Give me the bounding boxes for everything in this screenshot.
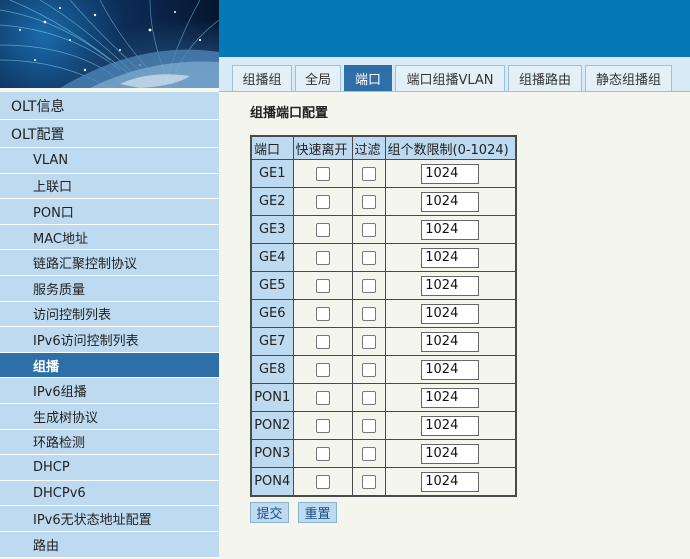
header-group-limit: 组个数限制(0-1024) xyxy=(384,135,517,160)
fast-leave-checkbox[interactable] xyxy=(315,390,330,405)
sidebar-item-olt-info[interactable]: OLT信息 xyxy=(0,92,219,120)
fast-leave-checkbox[interactable] xyxy=(315,250,330,265)
filter-checkbox[interactable] xyxy=(361,474,376,489)
reset-button[interactable]: 重置 xyxy=(298,502,337,523)
filter-checkbox[interactable] xyxy=(361,278,376,293)
sidebar-item-dhcpv6[interactable]: DHCPv6 xyxy=(0,480,219,507)
filter-checkbox[interactable] xyxy=(361,418,376,433)
port-name: PON4 xyxy=(250,467,294,497)
port-name: PON2 xyxy=(250,411,294,440)
port-name: GE7 xyxy=(250,327,294,356)
table-row: PON4 1024 xyxy=(250,467,517,497)
group-limit-input[interactable]: 1024 xyxy=(421,415,480,436)
table-row: GE8 1024 xyxy=(250,355,517,384)
sidebar-item-ipv6-acl[interactable]: IPv6访问控制列表 xyxy=(0,327,219,353)
group-limit-input[interactable]: 1024 xyxy=(421,163,480,184)
table-row: GE2 1024 xyxy=(250,187,517,216)
tab-global[interactable]: 全局 xyxy=(295,65,341,91)
filter-checkbox[interactable] xyxy=(361,166,376,181)
sidebar-item-uplink[interactable]: 上联口 xyxy=(0,173,219,200)
group-limit-input[interactable]: 1024 xyxy=(421,191,480,212)
fast-leave-checkbox[interactable] xyxy=(315,446,330,461)
fast-leave-checkbox[interactable] xyxy=(315,362,330,377)
port-name: GE4 xyxy=(250,243,294,272)
sidebar-nav: OLT信息 OLT配置 VLAN 上联口 PON口 MAC地址 链路汇聚控制协议… xyxy=(0,88,219,559)
sidebar-item-ipv6-multicast[interactable]: IPv6组播 xyxy=(0,378,219,404)
table-row: GE7 1024 xyxy=(250,327,517,356)
tab-bar: 组播组 全局 端口 端口组播VLAN 组播路由 静态组播组 xyxy=(219,57,690,92)
sidebar-item-ipv6-slaac[interactable]: IPv6无状态地址配置 xyxy=(0,506,219,532)
filter-checkbox[interactable] xyxy=(361,306,376,321)
table-row: GE1 1024 xyxy=(250,159,517,188)
tab-port[interactable]: 端口 xyxy=(344,65,392,91)
sidebar-item-acl[interactable]: 访问控制列表 xyxy=(0,301,219,328)
group-limit-input[interactable]: 1024 xyxy=(421,359,480,380)
sidebar-item-stp[interactable]: 生成树协议 xyxy=(0,404,219,430)
group-limit-input[interactable]: 1024 xyxy=(421,387,480,408)
header-filter: 过滤 xyxy=(351,135,386,160)
sidebar-item-routing[interactable]: 路由 xyxy=(0,532,219,558)
sidebar-item-mac-address[interactable]: MAC地址 xyxy=(0,224,219,251)
filter-checkbox[interactable] xyxy=(361,446,376,461)
port-name: GE3 xyxy=(250,215,294,244)
table-row: PON1 1024 xyxy=(250,383,517,412)
fast-leave-checkbox[interactable] xyxy=(315,278,330,293)
table-header-row: 端口 快速离开 过滤 组个数限制(0-1024) xyxy=(250,135,517,160)
table-row: GE5 1024 xyxy=(250,271,517,300)
tab-multicast-group[interactable]: 组播组 xyxy=(232,65,292,91)
header-fast-leave: 快速离开 xyxy=(292,135,353,160)
fast-leave-checkbox[interactable] xyxy=(315,418,330,433)
port-name: PON1 xyxy=(250,383,294,412)
group-limit-input[interactable]: 1024 xyxy=(421,303,480,324)
port-name: PON3 xyxy=(250,439,294,468)
filter-checkbox[interactable] xyxy=(361,362,376,377)
filter-checkbox[interactable] xyxy=(361,194,376,209)
header-banner-image xyxy=(0,0,219,88)
sidebar-item-multicast[interactable]: 组播 xyxy=(0,352,219,379)
table-row: GE4 1024 xyxy=(250,243,517,272)
sidebar-item-qos[interactable]: 服务质量 xyxy=(0,276,219,302)
page-title: 组播端口配置 xyxy=(250,106,329,121)
tab-port-multicast-vlan[interactable]: 端口组播VLAN xyxy=(395,65,505,91)
table-row: GE6 1024 xyxy=(250,299,517,328)
tab-multicast-route[interactable]: 组播路由 xyxy=(508,65,582,91)
group-limit-input[interactable]: 1024 xyxy=(421,443,480,464)
port-name: GE5 xyxy=(250,271,294,300)
sidebar-item-pon-port[interactable]: PON口 xyxy=(0,199,219,225)
port-name: GE2 xyxy=(250,187,294,216)
table-row: GE3 1024 xyxy=(250,215,517,244)
table-row: PON3 1024 xyxy=(250,439,517,468)
main-content: 组播端口配置 端口 快速离开 过滤 组个数限制(0-1024) GE1 1024… xyxy=(219,92,690,559)
filter-checkbox[interactable] xyxy=(361,250,376,265)
submit-button[interactable]: 提交 xyxy=(250,502,289,523)
fast-leave-checkbox[interactable] xyxy=(315,474,330,489)
filter-checkbox[interactable] xyxy=(361,334,376,349)
sidebar-item-olt-config[interactable]: OLT配置 xyxy=(0,120,219,148)
header-bar xyxy=(219,0,690,57)
fast-leave-checkbox[interactable] xyxy=(315,194,330,209)
port-name: GE8 xyxy=(250,355,294,384)
filter-checkbox[interactable] xyxy=(361,390,376,405)
group-limit-input[interactable]: 1024 xyxy=(421,247,480,268)
sidebar-item-loop-detection[interactable]: 环路检测 xyxy=(0,429,219,456)
sidebar-item-vlan[interactable]: VLAN xyxy=(0,148,219,174)
group-limit-input[interactable]: 1024 xyxy=(421,331,480,352)
sidebar-item-dhcp[interactable]: DHCP xyxy=(0,455,219,481)
table-row: PON2 1024 xyxy=(250,411,517,440)
sidebar-item-lacp[interactable]: 链路汇聚控制协议 xyxy=(0,250,219,276)
group-limit-input[interactable]: 1024 xyxy=(421,219,480,240)
fast-leave-checkbox[interactable] xyxy=(315,334,330,349)
group-limit-input[interactable]: 1024 xyxy=(421,275,480,296)
header-port: 端口 xyxy=(250,135,294,160)
fast-leave-checkbox[interactable] xyxy=(315,166,330,181)
port-name: GE1 xyxy=(250,159,294,188)
port-config-table: 端口 快速离开 过滤 组个数限制(0-1024) GE1 1024 GE2 10… xyxy=(250,135,517,497)
port-name: GE6 xyxy=(250,299,294,328)
tab-static-multicast-group[interactable]: 静态组播组 xyxy=(585,65,672,91)
fast-leave-checkbox[interactable] xyxy=(315,222,330,237)
filter-checkbox[interactable] xyxy=(361,222,376,237)
fast-leave-checkbox[interactable] xyxy=(315,306,330,321)
group-limit-input[interactable]: 1024 xyxy=(421,471,480,492)
